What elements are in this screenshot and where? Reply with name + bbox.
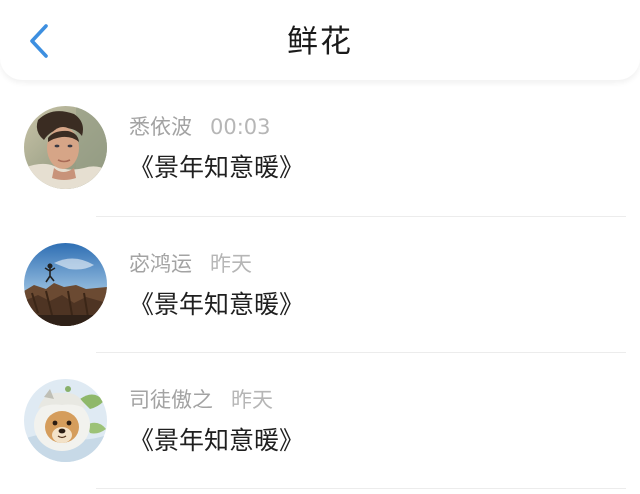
list-item[interactable]: 宓鸿运 昨天 《景年知意暖》: [0, 217, 640, 353]
man-portrait-avatar[interactable]: [24, 106, 107, 189]
sender-name[interactable]: 宓鸿运: [129, 252, 192, 276]
sender-name[interactable]: 司徒傲之: [129, 388, 213, 412]
message-content: 《景年知意暖》: [129, 153, 305, 182]
message-time: 昨天: [210, 252, 252, 276]
message-meta: 司徒傲之 昨天: [129, 385, 273, 415]
shiba-dog-avatar[interactable]: [24, 379, 107, 462]
message-meta: 宓鸿运 昨天: [129, 249, 252, 279]
list-item[interactable]: 悉依波 00:03 《景年知意暖》: [0, 80, 640, 217]
page-title: 鲜花: [287, 24, 353, 60]
sender-name[interactable]: 悉依波: [129, 115, 192, 139]
message-content: 《景年知意暖》: [129, 426, 305, 455]
message-content: 《景年知意暖》: [129, 290, 305, 319]
divider: [96, 488, 626, 489]
message-meta: 悉依波 00:03: [129, 112, 271, 142]
top-nav-bar: 鲜花: [0, 0, 640, 80]
page: 鲜花 悉依波 00:03 《景年知意暖》 宓鸿运 昨天 《景年知意暖》 司徒傲之…: [0, 0, 640, 494]
flower-message-list: 悉依波 00:03 《景年知意暖》 宓鸿运 昨天 《景年知意暖》 司徒傲之 昨天…: [0, 80, 640, 489]
message-time: 昨天: [231, 388, 273, 412]
list-item[interactable]: 司徒傲之 昨天 《景年知意暖》: [0, 353, 640, 489]
cliff-landscape-avatar[interactable]: [24, 243, 107, 326]
message-time: 00:03: [210, 115, 271, 139]
